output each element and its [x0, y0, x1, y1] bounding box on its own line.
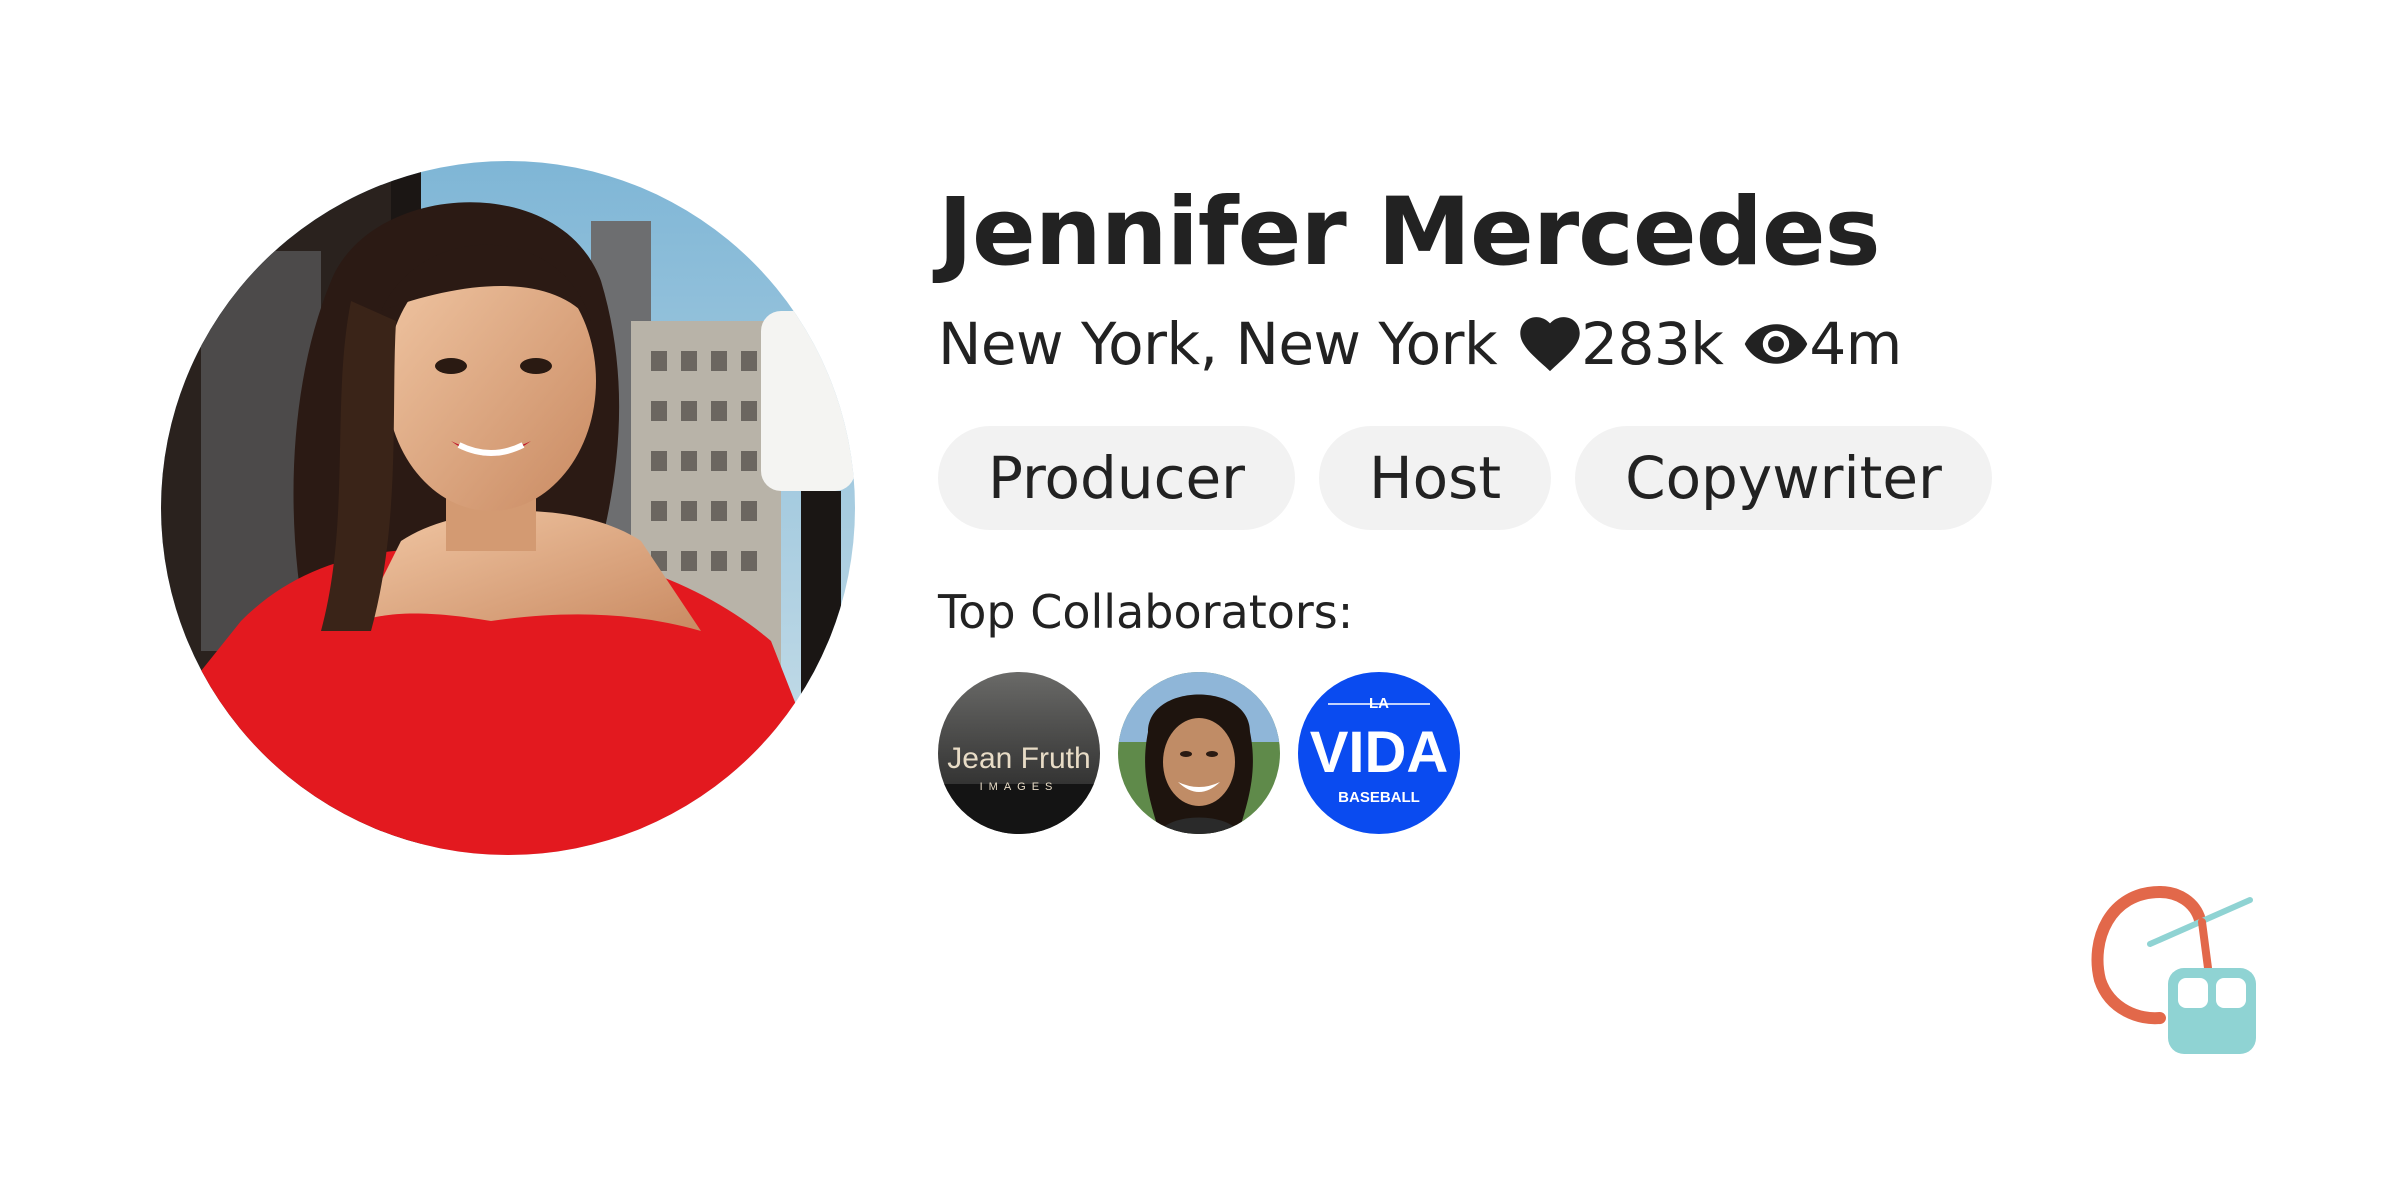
profile-location: New York, New York	[938, 310, 1498, 378]
la-vida-logo-sub: BASEBALL	[1338, 789, 1420, 806]
collaborator-la-vida-baseball[interactable]: LA VIDA BASEBALL	[1298, 672, 1460, 834]
tag-host[interactable]: Host	[1319, 426, 1552, 530]
profile-meta: New York, New York 283k 4m	[938, 304, 2238, 384]
views-count: 4m	[1809, 310, 1902, 378]
role-tags: Producer Host Copywriter	[938, 426, 2238, 530]
eye-icon	[1743, 322, 1809, 366]
heart-icon	[1519, 315, 1581, 373]
likes-count: 283k	[1581, 310, 1724, 378]
collaborator-person[interactable]	[1118, 672, 1280, 834]
brand-logo	[2090, 880, 2280, 1060]
tag-producer[interactable]: Producer	[938, 426, 1296, 530]
la-vida-logo-top: LA	[1369, 695, 1389, 712]
profile-avatar	[161, 161, 855, 855]
jean-fruth-logo-subtext: IMAGES	[980, 781, 1059, 793]
profile-page: Jennifer Mercedes New York, New York 283…	[0, 0, 2400, 1200]
profile-name: Jennifer Mercedes	[938, 178, 1881, 287]
collaborator-list: Jean Fruth IMAGES LA VIDA BASEBALL	[938, 672, 2238, 834]
jean-fruth-logo-text: Jean Fruth	[947, 742, 1090, 775]
profile-info: Jennifer Mercedes New York, New York 283…	[938, 170, 2238, 834]
la-vida-logo-main: VIDA	[1310, 720, 1449, 785]
tag-copywriter[interactable]: Copywriter	[1575, 426, 1992, 530]
collaborator-jean-fruth[interactable]: Jean Fruth IMAGES	[938, 672, 1100, 834]
top-collaborators-label: Top Collaborators:	[938, 585, 1354, 639]
